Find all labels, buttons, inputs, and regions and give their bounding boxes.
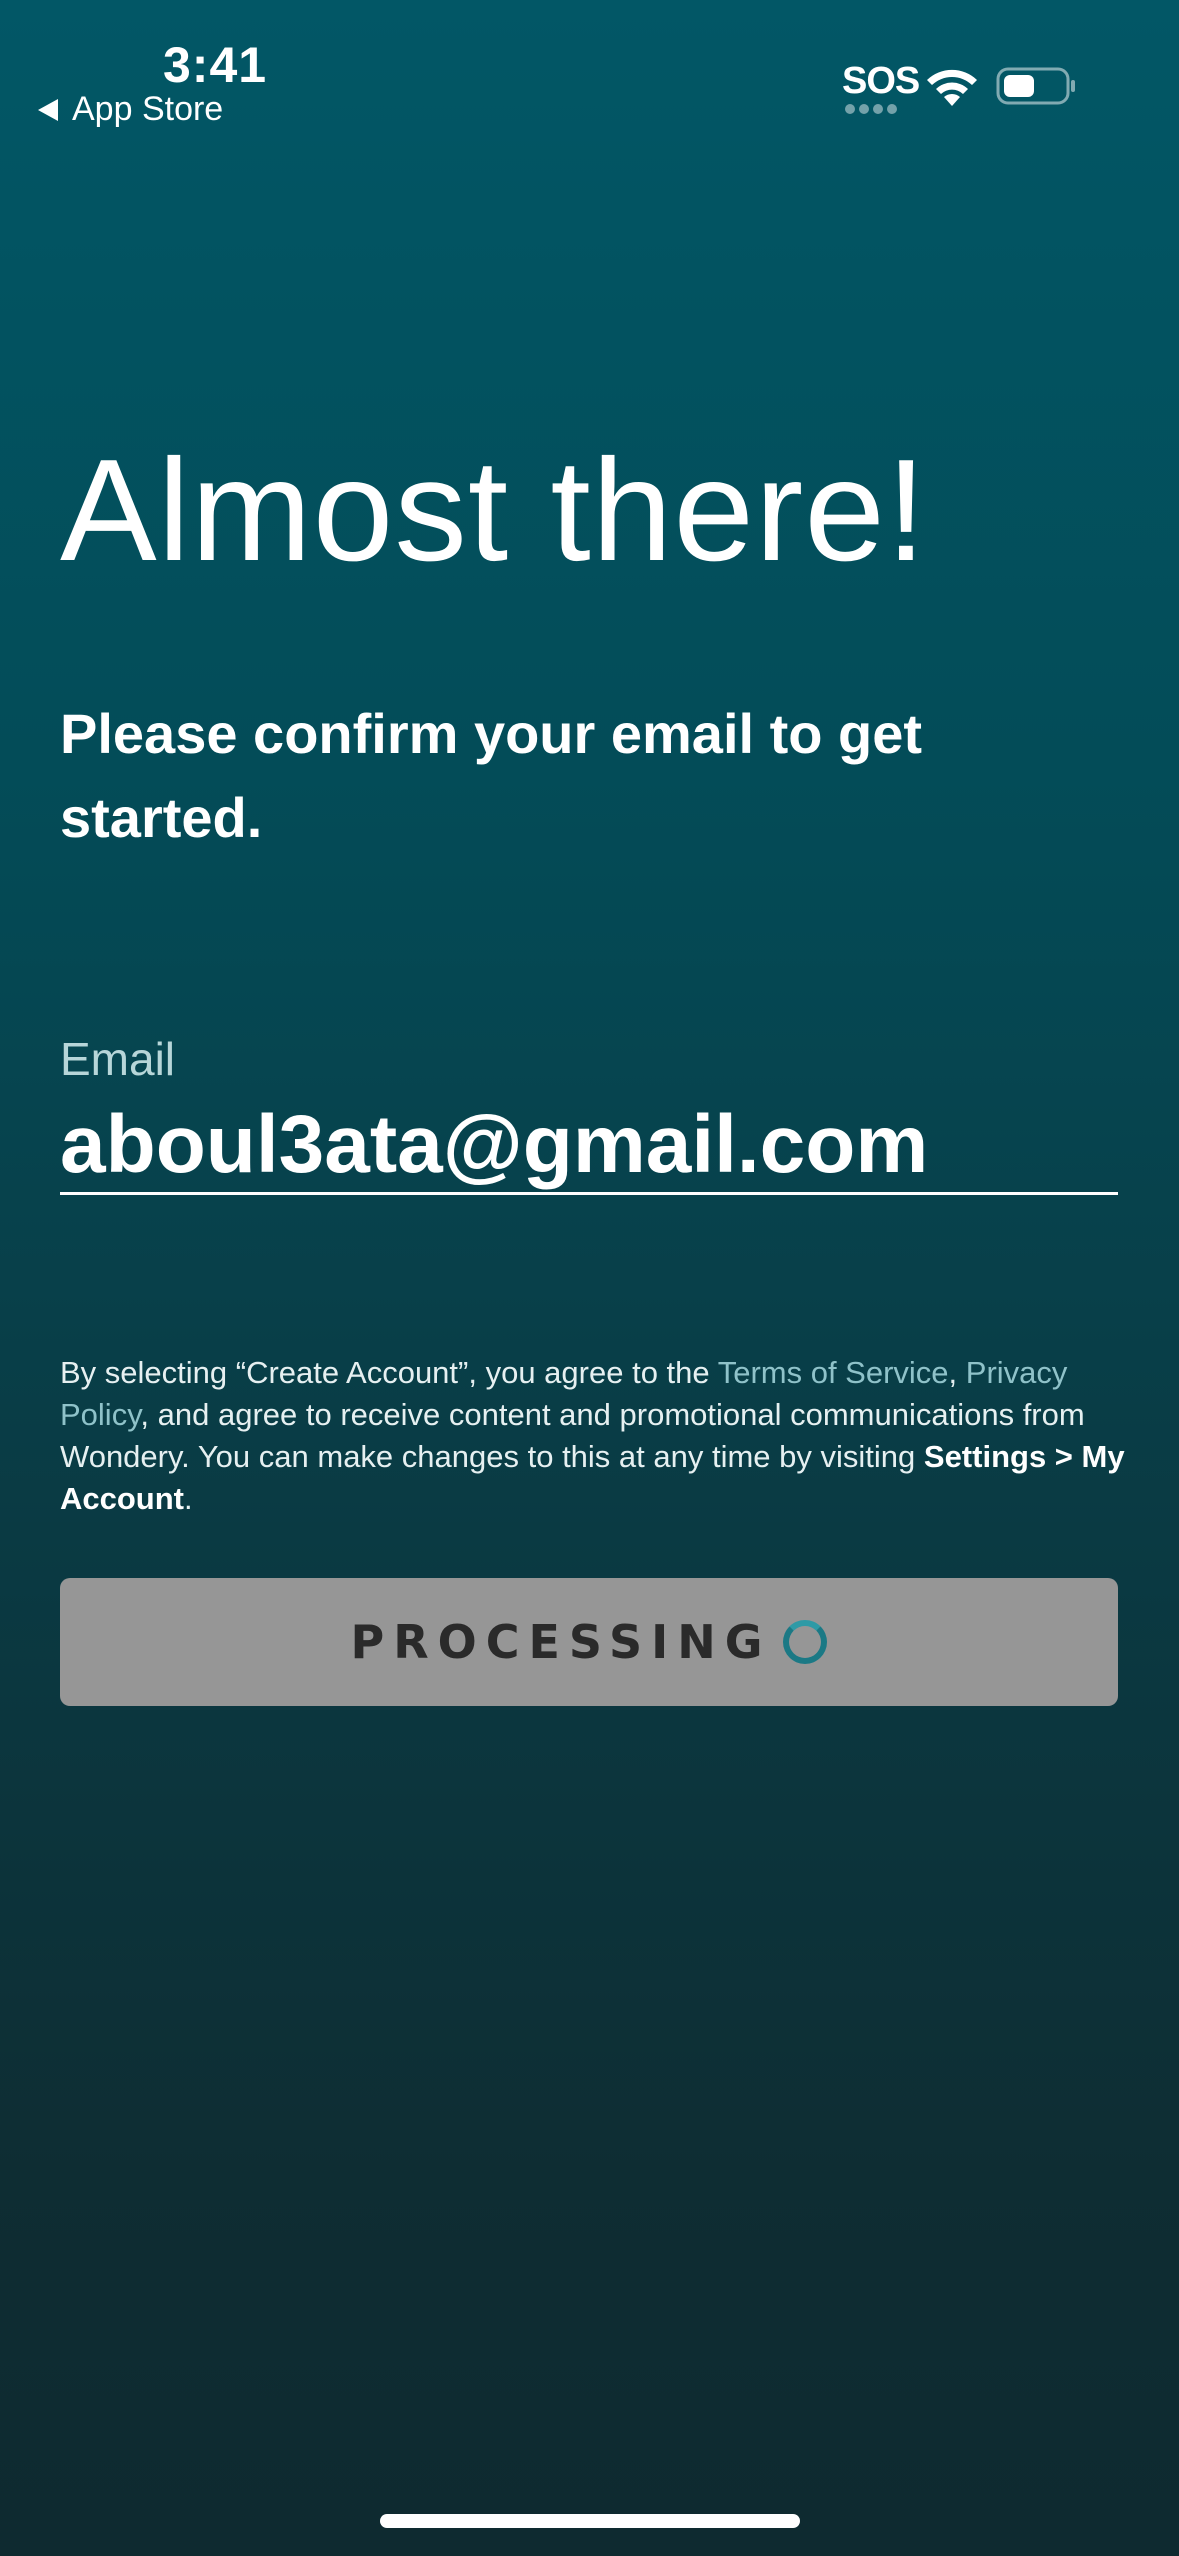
terms-of-service-link[interactable]: Terms of Service [718, 1355, 949, 1390]
page-title: Almost there! [60, 429, 928, 591]
home-indicator[interactable] [380, 2514, 800, 2528]
back-to-app-store[interactable]: App Store [38, 90, 223, 129]
processing-button-label: PROCESSING [350, 1615, 772, 1669]
back-triangle-icon [38, 98, 58, 121]
back-app-label: App Store [72, 90, 224, 128]
status-bar: 3:41 App Store SOS [0, 0, 1179, 140]
email-field[interactable] [60, 1098, 1118, 1195]
processing-button[interactable]: PROCESSING [60, 1578, 1118, 1706]
sos-indicator: SOS [842, 60, 920, 102]
loading-spinner-icon [783, 1620, 828, 1664]
legal-notice: By selecting “Create Account”, you agree… [60, 1352, 1140, 1520]
battery-icon [996, 67, 1075, 105]
status-time: 3:41 [163, 37, 268, 93]
sos-signal-dots [845, 104, 897, 114]
legal-text-end: . [184, 1481, 193, 1516]
page-subtitle: Please confirm your email to get started… [60, 702, 923, 849]
wifi-icon [927, 69, 977, 106]
legal-text-intro: By selecting “Create Account”, you agree… [60, 1355, 718, 1390]
email-label: Email [60, 1033, 176, 1085]
legal-comma: , [948, 1355, 966, 1390]
